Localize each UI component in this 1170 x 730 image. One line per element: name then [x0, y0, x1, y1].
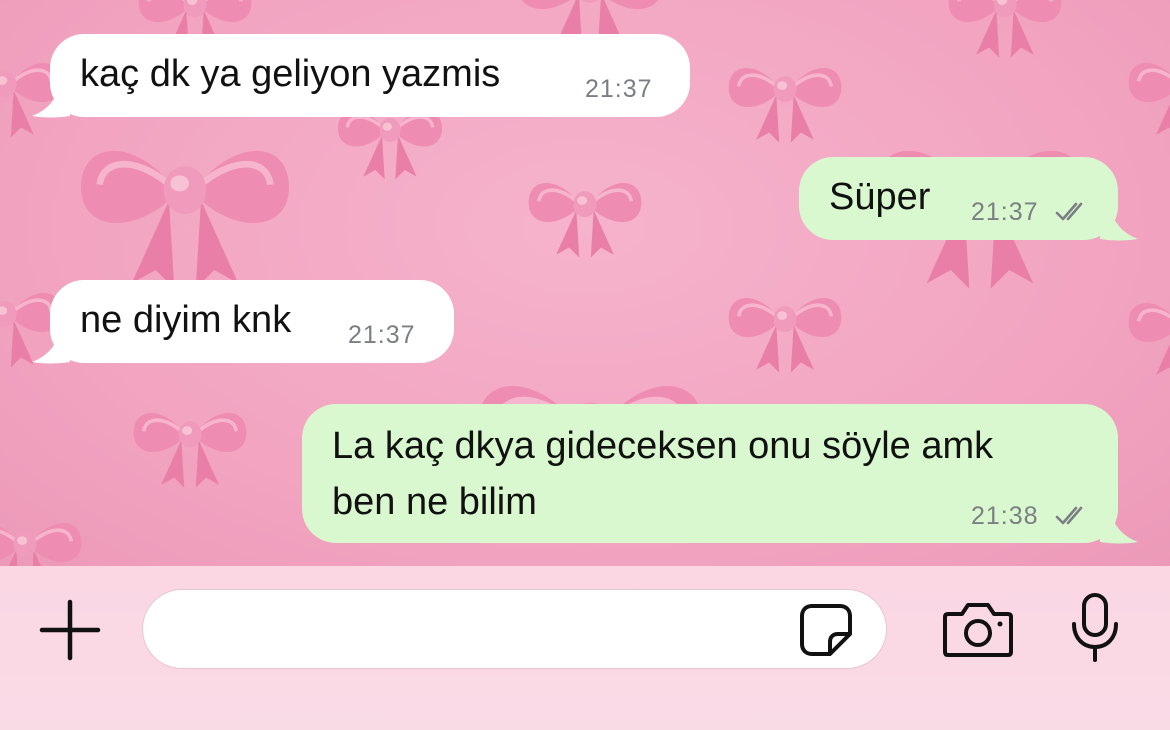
bubble-tail [1100, 508, 1138, 544]
bubble-tail [32, 328, 70, 364]
bubble-tail [32, 82, 70, 118]
message-time: 21:37 [971, 198, 1039, 226]
outgoing-message[interactable]: Süper 21:37 [799, 157, 1118, 240]
chat-screen: kaç dk ya geliyon yazmis 21:37 Süper 21:… [0, 0, 1170, 730]
message-time: 21:37 [348, 321, 416, 349]
message-text-line: La kaç dkya gideceksen onu söyle amk [332, 425, 994, 467]
message-text: ne diyim knk [80, 299, 292, 341]
outgoing-message[interactable]: La kaç dkya gideceksen onu söyle amk ben… [302, 404, 1118, 543]
microphone-icon[interactable] [1068, 592, 1122, 664]
message-time: 21:38 [971, 502, 1039, 530]
incoming-message[interactable]: kaç dk ya geliyon yazmis 21:37 [50, 34, 690, 117]
bubble-tail [1100, 205, 1138, 241]
camera-icon[interactable] [942, 600, 1014, 658]
double-check-icon [1055, 202, 1083, 221]
plus-icon[interactable] [38, 598, 102, 662]
message-input-field[interactable] [142, 589, 887, 669]
sticker-icon[interactable] [798, 602, 854, 658]
incoming-message[interactable]: ne diyim knk 21:37 [50, 280, 454, 363]
message-input[interactable] [171, 600, 795, 660]
composer-bar [0, 566, 1170, 730]
message-text: kaç dk ya geliyon yazmis [80, 53, 501, 95]
message-text-line: ben ne bilim [332, 481, 537, 523]
message-list: kaç dk ya geliyon yazmis 21:37 Süper 21:… [0, 0, 1170, 566]
message-time: 21:37 [585, 75, 653, 103]
double-check-icon [1055, 506, 1083, 525]
message-text: Süper [829, 176, 931, 218]
